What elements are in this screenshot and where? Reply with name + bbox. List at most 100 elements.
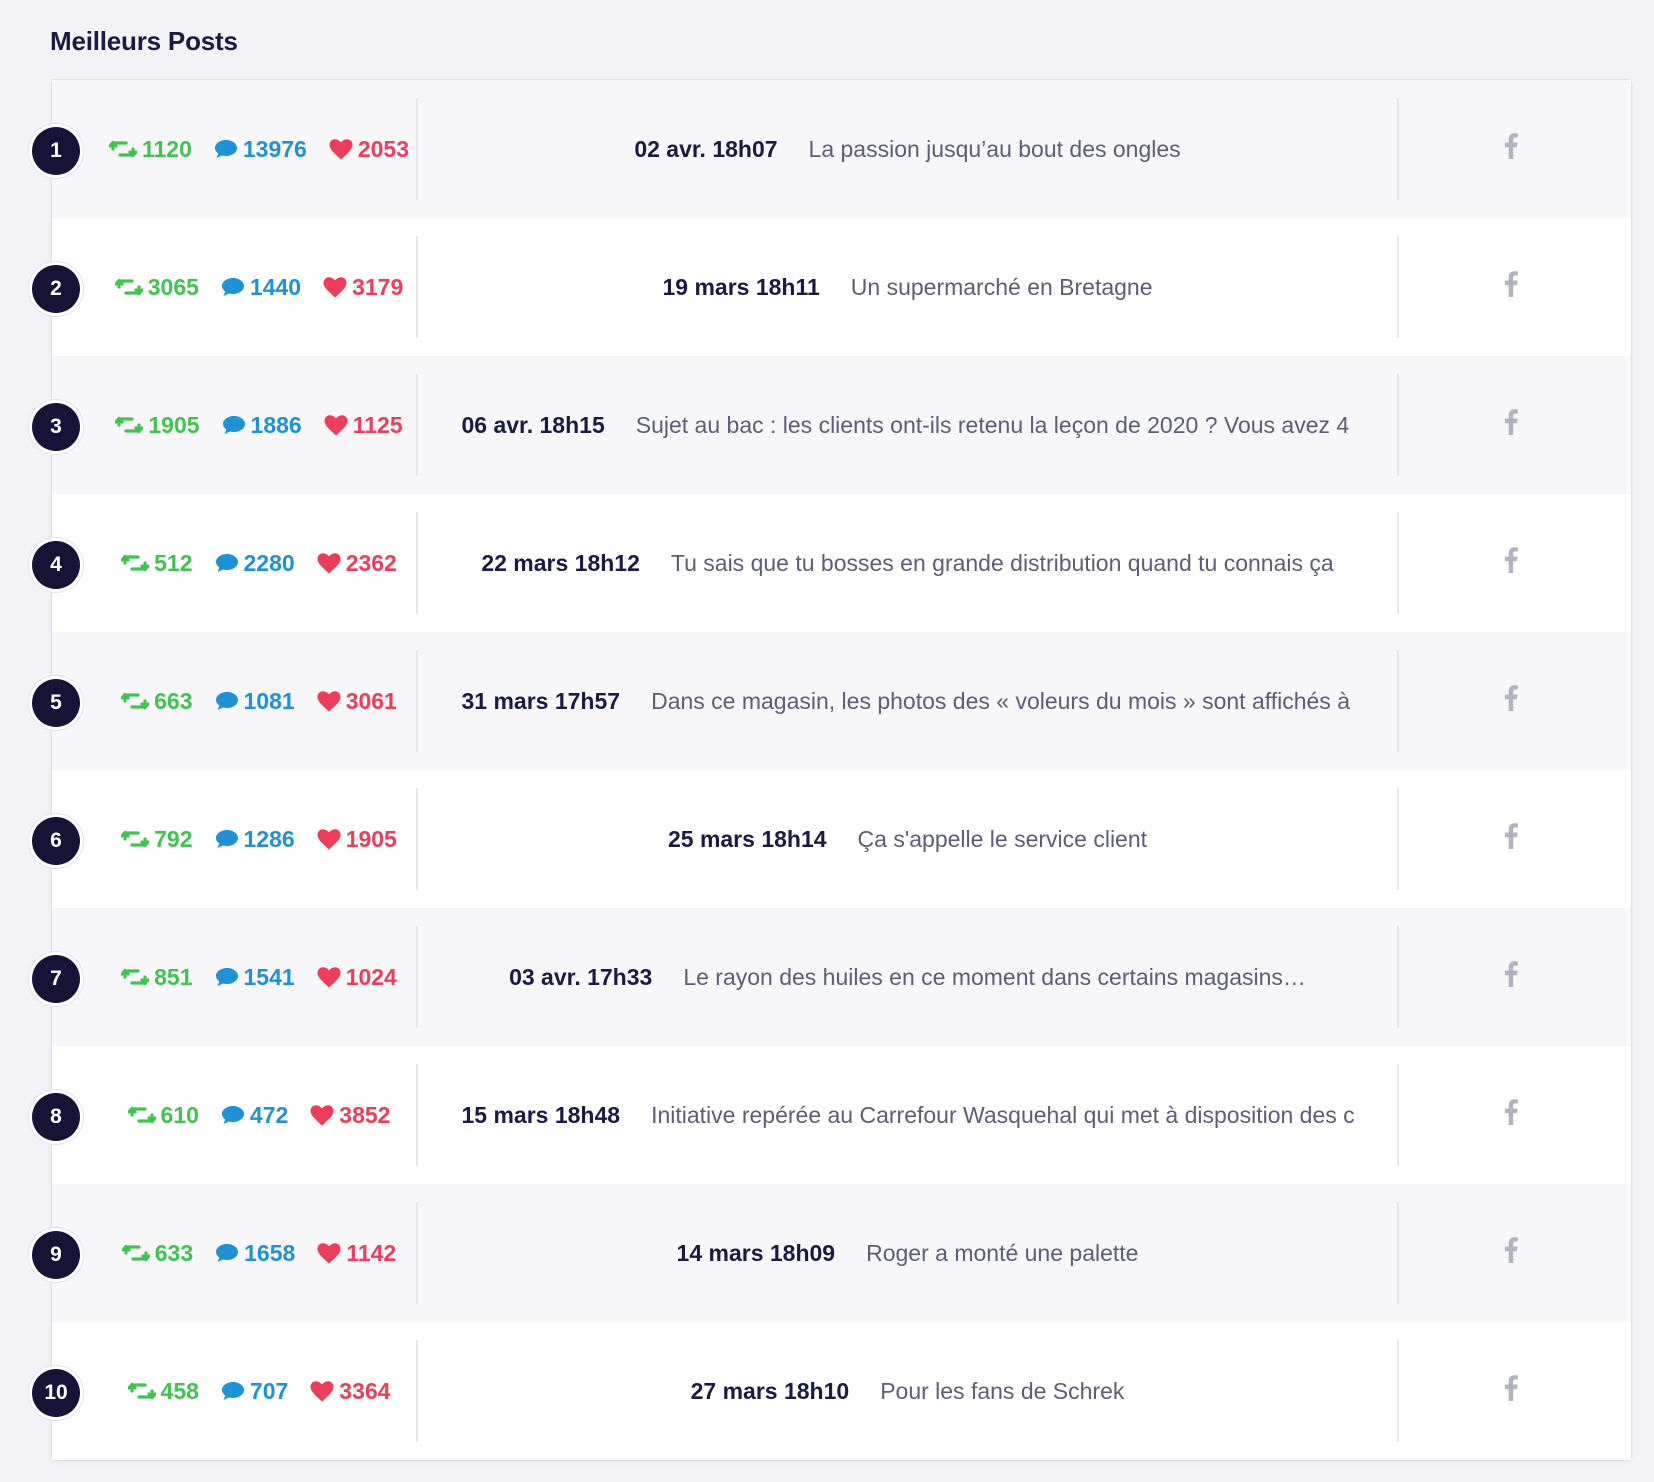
comment-count: 1286 [243,825,295,852]
comment-count: 1541 [243,963,295,990]
post-content: 06 avr. 18h15 Sujet au bac : les clients … [418,356,1397,494]
share-count: 1905 [148,411,200,438]
post-text[interactable]: Un supermarché en Bretagne [851,274,1153,301]
engagement-stats: 1120 13976 2053 [90,80,428,218]
post-text[interactable]: Sujet au bac : les clients ont-ils reten… [636,412,1354,439]
comment-icon [215,553,239,573]
engagement-stats: 792 1286 1905 [90,770,428,908]
post-row[interactable]: 3 1905 1886 1125 06 avr. 18h15 Sujet au bac :… [32,356,1631,494]
post-content: 03 avr. 17h33 Le rayon des huiles en ce m… [418,908,1397,1046]
retweet-icon [121,691,150,711]
share-count: 792 [154,825,193,852]
post-text[interactable]: Dans ce magasin, les photos des « voleur… [651,688,1353,715]
column-divider [1397,1064,1399,1166]
post-text[interactable]: Le rayon des huiles en ce moment dans ce… [683,964,1306,991]
like-count-stat: 3852 [310,1102,390,1129]
facebook-icon[interactable] [1499,269,1523,299]
facebook-icon[interactable] [1499,1235,1523,1265]
post-content: 19 mars 18h11 Un supermarché en Bretagne [418,218,1397,356]
engagement-stats: 512 2280 2362 [90,494,428,632]
heart-icon [323,276,347,298]
comment-count-stat: 472 [221,1102,288,1129]
comment-icon [221,1381,245,1401]
rank-badge: 8 [32,1093,80,1141]
post-date: 27 mars 18h10 [690,1377,850,1404]
heart-icon [324,414,348,436]
like-count-stat: 1024 [317,964,397,991]
post-summary: 15 mars 18h48 Initiative repérée au Carre… [462,1102,1354,1129]
facebook-icon[interactable] [1499,131,1523,161]
retweet-icon [115,415,144,435]
column-divider [1397,1340,1399,1442]
post-row[interactable]: 9 633 1658 1142 14 mars 18h09 Roger a monté u… [32,1184,1631,1322]
post-date: 31 mars 17h57 [461,687,621,714]
column-divider [1397,1202,1399,1304]
share-count-stat: 1120 [108,136,192,163]
post-text[interactable]: Initiative repérée au Carrefour Wasqueha… [651,1102,1353,1129]
rank-badge: 5 [32,679,80,727]
rank-badge: 7 [32,955,80,1003]
post-row[interactable]: 1 1120 13976 2053 02 avr. 18h07 La passion ju… [32,80,1631,218]
share-count: 512 [154,549,193,576]
post-row[interactable]: 6 792 1286 1905 25 mars 18h14 Ça s'appelle le… [32,770,1631,908]
comment-count: 1886 [250,411,302,438]
facebook-icon[interactable] [1499,407,1523,437]
share-count-stat: 1905 [115,411,200,439]
column-divider [1397,650,1399,752]
like-count-stat: 3061 [317,688,397,715]
heart-icon [317,552,341,574]
post-content: 27 mars 18h10 Pour les fans de Schrek [418,1322,1397,1460]
heart-icon [329,138,353,160]
comment-count: 707 [249,1377,289,1404]
like-count-stat: 3179 [323,274,403,301]
like-count: 1905 [345,825,397,852]
share-count-stat: 633 [121,1240,193,1267]
retweet-icon [121,829,150,849]
facebook-icon[interactable] [1499,1373,1523,1403]
facebook-icon[interactable] [1499,683,1523,713]
post-row[interactable]: 5 663 1081 3061 31 mars 17h57 Dans ce magasin… [32,632,1631,770]
column-divider [1397,98,1399,200]
comment-count: 1081 [243,687,295,714]
retweet-icon [121,967,150,987]
like-count: 1024 [345,963,397,990]
engagement-stats: 633 1658 1142 [90,1184,428,1322]
share-count: 663 [154,687,193,714]
comment-count: 1440 [249,273,302,300]
like-count: 1142 [346,1239,397,1266]
post-text[interactable]: Ça s'appelle le service client [858,826,1147,853]
post-text[interactable]: La passion jusqu’au bout des ongles [809,136,1181,163]
rank-badge: 6 [32,817,80,865]
post-row[interactable]: 7 851 1541 1024 03 avr. 17h33 Le rayon des hu… [32,908,1631,1046]
post-row[interactable]: 10 458 707 3364 27 mars 18h10 Pour les fans d… [32,1322,1631,1460]
post-content: 02 avr. 18h07 La passion jusqu’au bout de… [418,80,1397,218]
share-count-stat: 512 [121,549,193,577]
facebook-icon[interactable] [1499,545,1523,575]
heart-icon [317,966,341,988]
comment-icon [214,139,238,159]
column-divider [1397,512,1399,614]
post-text[interactable]: Pour les fans de Schrek [880,1378,1124,1405]
like-count: 3852 [339,1101,391,1128]
comment-count-stat: 1541 [215,964,295,991]
post-text[interactable]: Roger a monté une palette [866,1240,1138,1267]
comment-icon [215,691,239,711]
share-count-stat: 458 [127,1378,199,1405]
comment-count: 472 [249,1101,289,1128]
heart-icon [310,1380,334,1402]
post-row[interactable]: 8 610 472 3852 15 mars 18h48 Initiative repér… [32,1046,1631,1184]
post-summary: 06 avr. 18h15 Sujet au bac : les clients … [462,412,1354,439]
post-row[interactable]: 2 3065 1440 3179 19 mars 18h11 Un supermarché… [32,218,1631,356]
post-date: 22 mars 18h12 [481,549,640,576]
like-count: 3364 [339,1377,391,1404]
post-text[interactable]: Tu sais que tu bosses en grande distribu… [671,550,1334,577]
facebook-icon[interactable] [1499,959,1523,989]
facebook-icon[interactable] [1499,1097,1523,1127]
post-content: 15 mars 18h48 Initiative repérée au Carre… [418,1046,1397,1184]
comment-icon [215,1243,239,1263]
share-count-stat: 610 [127,1102,199,1129]
facebook-icon[interactable] [1499,821,1523,851]
post-row[interactable]: 4 512 2280 2362 22 mars 18h12 Tu sais que tu … [32,494,1631,632]
comment-count-stat: 1081 [215,688,295,715]
heart-icon [317,690,341,712]
